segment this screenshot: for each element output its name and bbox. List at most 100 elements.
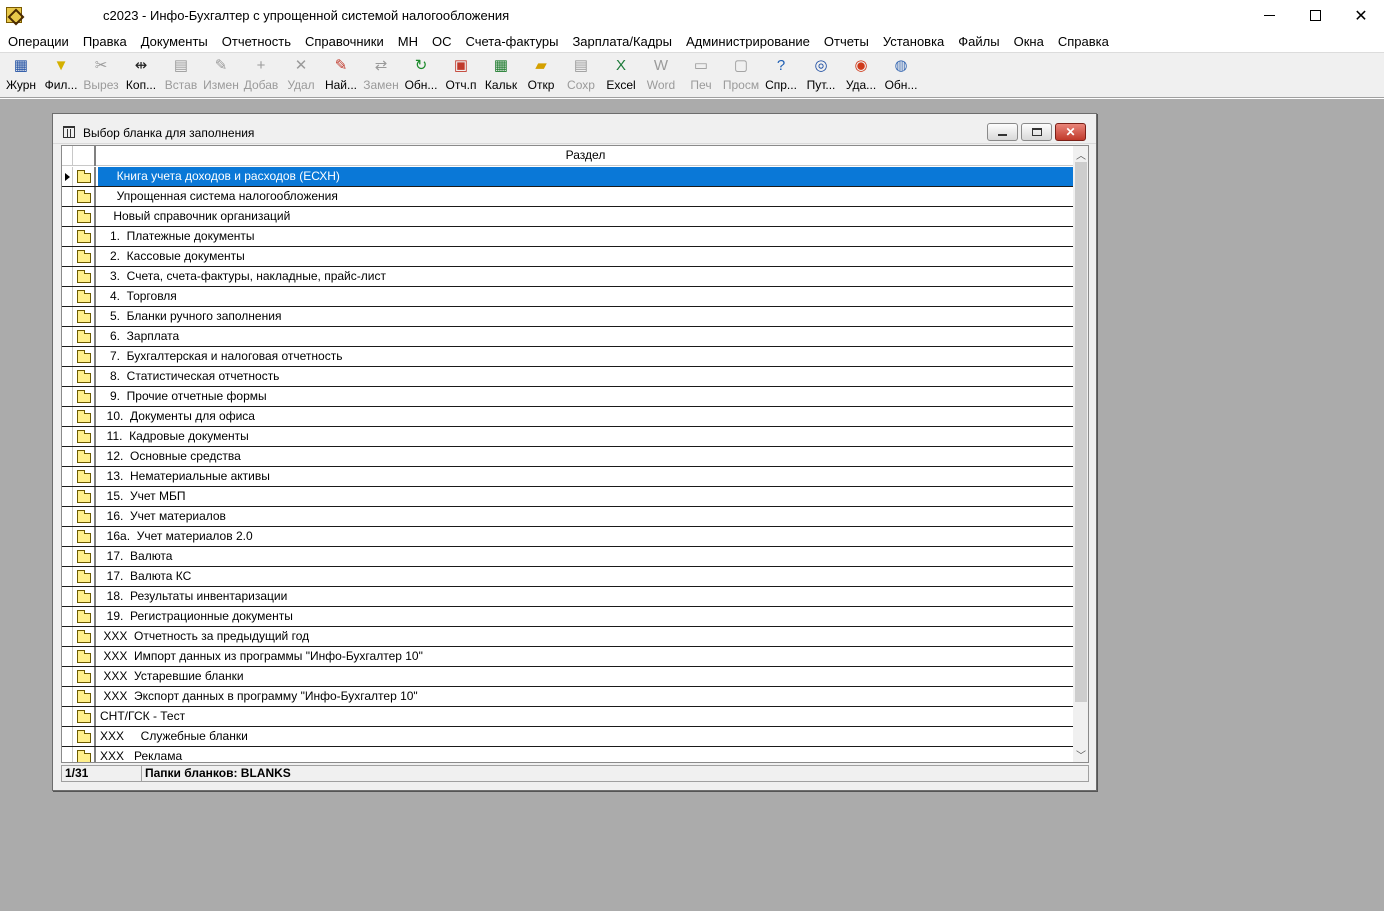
- row-indicator: [62, 327, 73, 346]
- app-icon[interactable]: [6, 7, 22, 23]
- section-name: 16. Учет материалов: [100, 509, 226, 523]
- menu-item-8[interactable]: Зарплата/Кадры: [565, 32, 679, 52]
- toolbar-button-12[interactable]: ▦ Кальк: [481, 53, 521, 97]
- vertical-scrollbar[interactable]: ︿ ﹀: [1073, 146, 1088, 762]
- table-row[interactable]: 17. Валюта КС: [62, 567, 1073, 587]
- toolbar-button-10[interactable]: ↻ Обн...: [401, 53, 441, 97]
- table-row[interactable]: 10. Документы для офиса: [62, 407, 1073, 427]
- table-row[interactable]: 8. Статистическая отчетность: [62, 367, 1073, 387]
- menu-item-4[interactable]: Справочники: [298, 32, 391, 52]
- table-row[interactable]: 11. Кадровые документы: [62, 427, 1073, 447]
- menu-item-10[interactable]: Отчеты: [817, 32, 876, 52]
- table-row[interactable]: XXX Служебные бланки: [62, 727, 1073, 747]
- row-icon-cell: [73, 427, 96, 446]
- toolbar-button-7[interactable]: ✕ Удал: [281, 53, 321, 97]
- row-indicator: [62, 387, 73, 406]
- toolbar-button-9[interactable]: ⇄ Замен: [361, 53, 401, 97]
- table-row[interactable]: Книга учета доходов и расходов (ЕСХН): [62, 167, 1073, 187]
- close-button[interactable]: ✕: [1338, 0, 1384, 31]
- table-row[interactable]: 15. Учет МБП: [62, 487, 1073, 507]
- row-indicator: [62, 627, 73, 646]
- folder-icon: [76, 609, 91, 623]
- toolbar-button-14[interactable]: ▤ Сохр: [561, 53, 601, 97]
- row-icon-cell: [73, 687, 96, 706]
- table-row[interactable]: 18. Результаты инвентаризации: [62, 587, 1073, 607]
- table-row[interactable]: 16. Учет материалов: [62, 507, 1073, 527]
- scrollbar-thumb[interactable]: [1075, 162, 1087, 702]
- toolbar-button-16[interactable]: W Word: [641, 53, 681, 97]
- menu-item-0[interactable]: Операции: [1, 32, 76, 52]
- toolbar-button-18[interactable]: ▢ Просм: [721, 53, 761, 97]
- row-indicator: [62, 487, 73, 506]
- table-row[interactable]: 7. Бухгалтерская и налоговая отчетность: [62, 347, 1073, 367]
- table-row[interactable]: 9. Прочие отчетные формы: [62, 387, 1073, 407]
- toolbar-button-4[interactable]: ▤ Встав: [161, 53, 201, 97]
- toolbar-button-13[interactable]: ▰ Откр: [521, 53, 561, 97]
- toolbar-button-17[interactable]: ▭ Печ: [681, 53, 721, 97]
- section-name: 12. Основные средства: [100, 449, 241, 463]
- minimize-button[interactable]: [1246, 0, 1292, 31]
- dialog-restore-button[interactable]: [1021, 123, 1052, 141]
- table-row[interactable]: СНТ/ГСК - Тест: [62, 707, 1073, 727]
- menu-item-13[interactable]: Окна: [1007, 32, 1051, 52]
- menu-item-3[interactable]: Отчетность: [215, 32, 298, 52]
- table-row[interactable]: 5. Бланки ручного заполнения: [62, 307, 1073, 327]
- table-row[interactable]: XXX Импорт данных из программы "Инфо-Бух…: [62, 647, 1073, 667]
- table-row[interactable]: 12. Основные средства: [62, 447, 1073, 467]
- menu-item-11[interactable]: Установка: [876, 32, 951, 52]
- column-header-section[interactable]: Раздел: [98, 146, 1073, 166]
- menu-item-1[interactable]: Правка: [76, 32, 134, 52]
- row-indicator: [62, 727, 73, 746]
- menu-item-9[interactable]: Администрирование: [679, 32, 817, 52]
- toolbar-button-20[interactable]: ◎ Пут...: [801, 53, 841, 97]
- refresh-icon: ↻: [414, 57, 428, 74]
- table-row[interactable]: 2. Кассовые документы: [62, 247, 1073, 267]
- table-row[interactable]: 17. Валюта: [62, 547, 1073, 567]
- toolbar-button-3[interactable]: ⇹ Коп...: [121, 53, 161, 97]
- menu-item-6[interactable]: ОС: [425, 32, 459, 52]
- table-row[interactable]: XXX Отчетность за предыдущий год: [62, 627, 1073, 647]
- menu-item-7[interactable]: Счета-фактуры: [458, 32, 565, 52]
- table-row[interactable]: 13. Нематериальные активы: [62, 467, 1073, 487]
- toolbar-button-11[interactable]: ▣ Отч.п: [441, 53, 481, 97]
- section-name: 2. Кассовые документы: [100, 249, 245, 263]
- toolbar-button-1[interactable]: ▼ Фил...: [41, 53, 81, 97]
- toolbar-button-15[interactable]: X Excel: [601, 53, 641, 97]
- scroll-down-icon[interactable]: ﹀: [1073, 746, 1088, 762]
- table-row[interactable]: 16а. Учет материалов 2.0: [62, 527, 1073, 547]
- toolbar-button-5[interactable]: ✎ Измен: [201, 53, 241, 97]
- scroll-up-icon[interactable]: ︿: [1073, 146, 1088, 162]
- table-row[interactable]: 19. Регистрационные документы: [62, 607, 1073, 627]
- menu-item-14[interactable]: Справка: [1051, 32, 1116, 52]
- table-row[interactable]: XXX Экспорт данных в программу "Инфо-Бух…: [62, 687, 1073, 707]
- dialog-title-bar[interactable]: Выбор бланка для заполнения ✕: [53, 114, 1096, 144]
- row-indicator: [62, 567, 73, 586]
- menu-item-5[interactable]: МН: [391, 32, 425, 52]
- toolbar-button-22[interactable]: ◍ Обн...: [881, 53, 921, 97]
- toolbar-button-2[interactable]: ✂ Вырез: [81, 53, 121, 97]
- table-row[interactable]: XXX Реклама: [62, 747, 1073, 762]
- table-row[interactable]: 1. Платежные документы: [62, 227, 1073, 247]
- menu-item-12[interactable]: Файлы: [951, 32, 1006, 52]
- table-row[interactable]: 3. Счета, счета-фактуры, накладные, прай…: [62, 267, 1073, 287]
- table-row[interactable]: 6. Зарплата: [62, 327, 1073, 347]
- toolbar-button-6[interactable]: + Добав: [241, 53, 281, 97]
- folder-icon: [76, 429, 91, 443]
- table-row[interactable]: 4. Торговля: [62, 287, 1073, 307]
- menu-item-2[interactable]: Документы: [134, 32, 215, 52]
- toolbar-button-21[interactable]: ◉ Уда...: [841, 53, 881, 97]
- table-row[interactable]: XXX Устаревшие бланки: [62, 667, 1073, 687]
- current-row-arrow-icon: [65, 173, 70, 181]
- toolbar-button-0[interactable]: ▦ Журн: [1, 53, 41, 97]
- section-name: СНТ/ГСК - Тест: [100, 709, 186, 723]
- row-icon-cell: [73, 707, 96, 726]
- indicator-column-header: [62, 146, 73, 166]
- row-icon-cell: [73, 747, 96, 762]
- toolbar-button-8[interactable]: ✎ Най...: [321, 53, 361, 97]
- table-row[interactable]: Новый справочник организаций: [62, 207, 1073, 227]
- table-row[interactable]: Упрощенная система налогообложения: [62, 187, 1073, 207]
- maximize-button[interactable]: [1292, 0, 1338, 31]
- dialog-close-button[interactable]: ✕: [1055, 123, 1086, 141]
- dialog-minimize-button[interactable]: [987, 123, 1018, 141]
- toolbar-button-19[interactable]: ? Спр...: [761, 53, 801, 97]
